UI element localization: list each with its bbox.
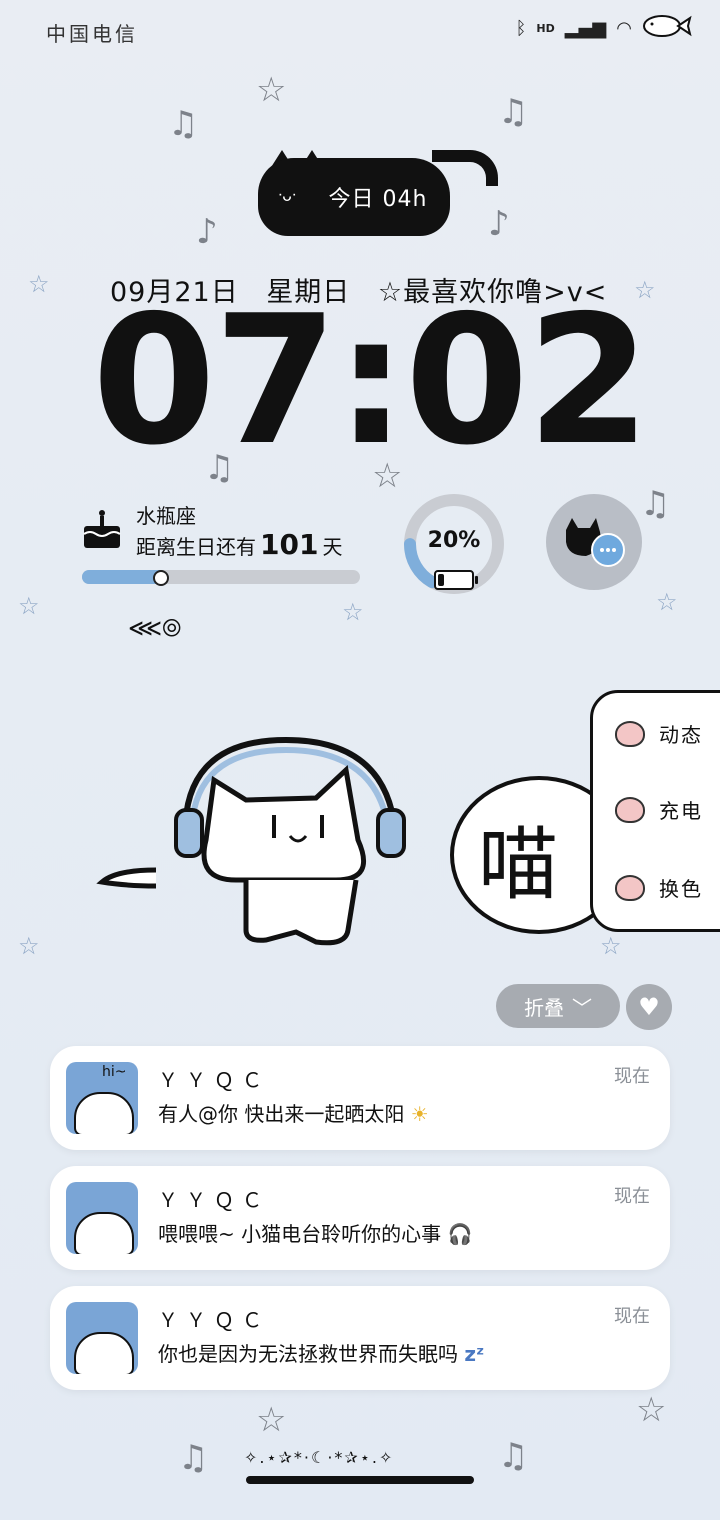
menu-item-dynamic[interactable]: 动态 <box>615 719 703 748</box>
heart-button[interactable]: ♥ <box>626 984 672 1030</box>
menu-item-label: 动态 <box>659 723 703 747</box>
bluetooth-icon: ᛒ <box>515 18 527 39</box>
collapse-label: 折叠 <box>524 995 564 1020</box>
menu-item-label: 换色 <box>659 877 703 901</box>
star-doodle-icon: ☆ <box>656 588 678 616</box>
star-doodle-icon: ☆ <box>636 1390 667 1430</box>
menu-item-change-color[interactable]: 换色 <box>615 873 703 902</box>
notification-card[interactable]: hi~ ＹＹＱＣ 有人@你 快出来一起晒太阳 ☀ 现在 <box>50 1046 670 1150</box>
wifi-icon: ◠ <box>616 18 632 39</box>
home-indicator[interactable] <box>246 1476 474 1484</box>
birthday-progress-bar <box>82 570 360 584</box>
avatar: hi~ <box>66 1062 138 1134</box>
music-note-doodle-icon: ♫ <box>168 104 199 144</box>
notification-sender: ＹＹＱＣ <box>158 1188 270 1212</box>
chevron-down-icon: ﹀ <box>572 995 592 1020</box>
collapse-button[interactable]: 折叠 ﹀ <box>496 984 620 1028</box>
headphone-cat-illustration <box>96 736 406 946</box>
avatar <box>66 1182 138 1254</box>
cat-face-icon: ᐧᴗᐧ <box>278 186 296 205</box>
paw-icon <box>615 796 645 823</box>
sleep-zzz-icon: zᶻ <box>464 1342 485 1366</box>
notification-sender: ＹＹＱＣ <box>158 1308 270 1332</box>
star-doodle-icon: ☆ <box>600 932 622 960</box>
hd-icon: HD <box>536 22 555 35</box>
avatar-text: hi~ <box>102 1064 127 1080</box>
meow-text: 喵 <box>478 818 558 911</box>
cat-avatar-icon <box>74 1332 134 1374</box>
cake-icon <box>80 508 124 552</box>
countdown-days: 101 <box>260 528 319 561</box>
clock-time: 07:02 <box>92 277 651 484</box>
cat-avatar-icon <box>74 1212 134 1254</box>
birthday-countdown: 距离生日还有 101 天 <box>136 528 342 561</box>
cat-avatar-icon <box>74 1092 134 1134</box>
birthday-progress-fill <box>82 570 160 584</box>
battery-fish-icon <box>642 14 692 43</box>
message-text: 你也是因为无法拯救世界而失眠吗 <box>158 1342 458 1366</box>
footer-decoration: ✧.⋆✰*·☾·*✰⋆.✧ <box>244 1448 395 1467</box>
paw-icon <box>615 874 645 901</box>
music-note-doodle-icon: ♫ <box>498 1436 529 1476</box>
music-note-doodle-icon: ♫ <box>640 484 671 524</box>
star-doodle-icon: ☆ <box>18 592 40 620</box>
star-doodle-icon: ☆ <box>342 598 364 626</box>
notification-message: 喂喂喂~ 小猫电台聆听你的心事 🎧 <box>158 1218 472 1247</box>
notification-time: 现在 <box>614 1186 650 1207</box>
progress-knob <box>152 570 169 586</box>
star-doodle-icon: ☆ <box>28 270 50 298</box>
notification-time: 现在 <box>614 1066 650 1087</box>
headphones-icon: 🎧 <box>447 1222 473 1246</box>
music-note-doodle-icon: ♪ <box>196 212 218 252</box>
notification-message: 有人@你 快出来一起晒太阳 ☀ <box>158 1098 429 1127</box>
timer-label: 今日 04h <box>328 187 428 212</box>
countdown-suffix: 天 <box>322 535 343 559</box>
paw-icon <box>615 720 645 747</box>
menu-item-charge[interactable]: 充电 <box>615 795 703 824</box>
star-doodle-icon: ☆ <box>256 70 287 110</box>
countdown-prefix: 距离生日还有 <box>136 535 256 559</box>
music-note-doodle-icon: ♫ <box>498 92 529 132</box>
battery-percent: 20% <box>427 528 481 553</box>
notification-time: 现在 <box>614 1306 650 1327</box>
menu-item-label: 充电 <box>659 799 703 823</box>
notification-sender: ＹＹＱＣ <box>158 1068 270 1092</box>
fishbone-icon: ⋘⦾ <box>128 614 182 642</box>
music-note-doodle-icon: ♪ <box>488 204 510 244</box>
zodiac-label: 水瓶座 <box>136 504 196 528</box>
notification-card[interactable]: ＹＹＱＣ 喂喂喂~ 小猫电台聆听你的心事 🎧 现在 <box>50 1166 670 1270</box>
music-note-doodle-icon: ♫ <box>178 1438 209 1478</box>
chat-widget[interactable] <box>546 494 642 590</box>
black-cat-chat-icon <box>566 518 625 567</box>
side-menu: 动态 充电 换色 <box>590 690 720 932</box>
star-doodle-icon: ☆ <box>256 1400 287 1440</box>
status-icons: ᛒ HD ▂▄▆ ◠ <box>516 14 692 43</box>
avatar <box>66 1302 138 1374</box>
message-text: 有人@你 快出来一起晒太阳 <box>158 1102 405 1126</box>
notification-card[interactable]: ＹＹＱＣ 你也是因为无法拯救世界而失眠吗 zᶻ 现在 <box>50 1286 670 1390</box>
notification-message: 你也是因为无法拯救世界而失眠吗 zᶻ <box>158 1338 484 1367</box>
carrier-label: 中国电信 <box>46 22 138 46</box>
sun-icon: ☀ <box>410 1102 429 1126</box>
message-text: 喂喂喂~ 小猫电台聆听你的心事 <box>158 1222 442 1246</box>
battery-icon <box>434 570 478 590</box>
star-doodle-icon: ☆ <box>18 932 40 960</box>
heart-icon: ♥ <box>638 993 660 1021</box>
signal-icon: ▂▄▆ <box>564 18 607 39</box>
